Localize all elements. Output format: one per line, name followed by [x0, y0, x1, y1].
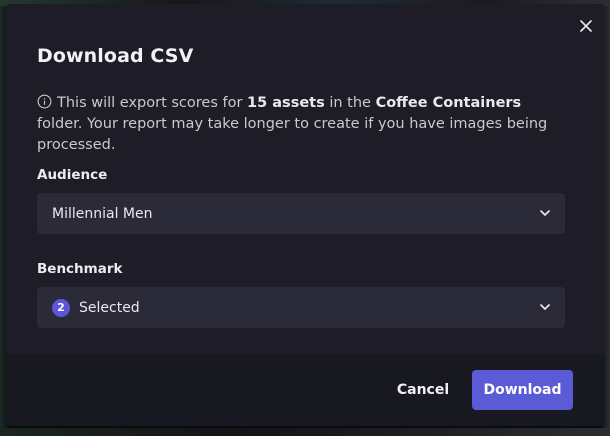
- benchmark-select-value: Selected: [79, 299, 140, 316]
- audience-select[interactable]: Millennial Men: [37, 193, 565, 234]
- benchmark-select[interactable]: 2 Selected: [37, 287, 565, 328]
- chevron-down-icon: [540, 304, 550, 310]
- download-button[interactable]: Download: [472, 370, 573, 410]
- chevron-down-icon: [540, 210, 550, 216]
- close-button[interactable]: [574, 14, 598, 38]
- background-thumbnails-bottom: [0, 428, 610, 436]
- modal-footer: Cancel Download: [6, 354, 605, 426]
- info-icon: [37, 94, 52, 109]
- asset-count: 15 assets: [247, 95, 325, 111]
- export-info-text: This will export scores for 15 assets in…: [37, 93, 567, 156]
- audience-label: Audience: [37, 167, 108, 183]
- download-csv-modal: Download CSV This will export scores for…: [6, 4, 605, 426]
- close-icon: [580, 20, 592, 32]
- info-prefix: This will export scores for: [57, 95, 248, 111]
- cancel-button[interactable]: Cancel: [386, 372, 460, 408]
- info-middle: in the: [324, 95, 376, 111]
- benchmark-count-badge: 2: [52, 298, 70, 317]
- modal-title: Download CSV: [37, 45, 194, 67]
- info-suffix: folder. Your report may take longer to c…: [37, 116, 548, 153]
- folder-name: Coffee Containers: [375, 95, 522, 111]
- benchmark-label: Benchmark: [37, 261, 123, 277]
- audience-select-value: Millennial Men: [52, 205, 153, 222]
